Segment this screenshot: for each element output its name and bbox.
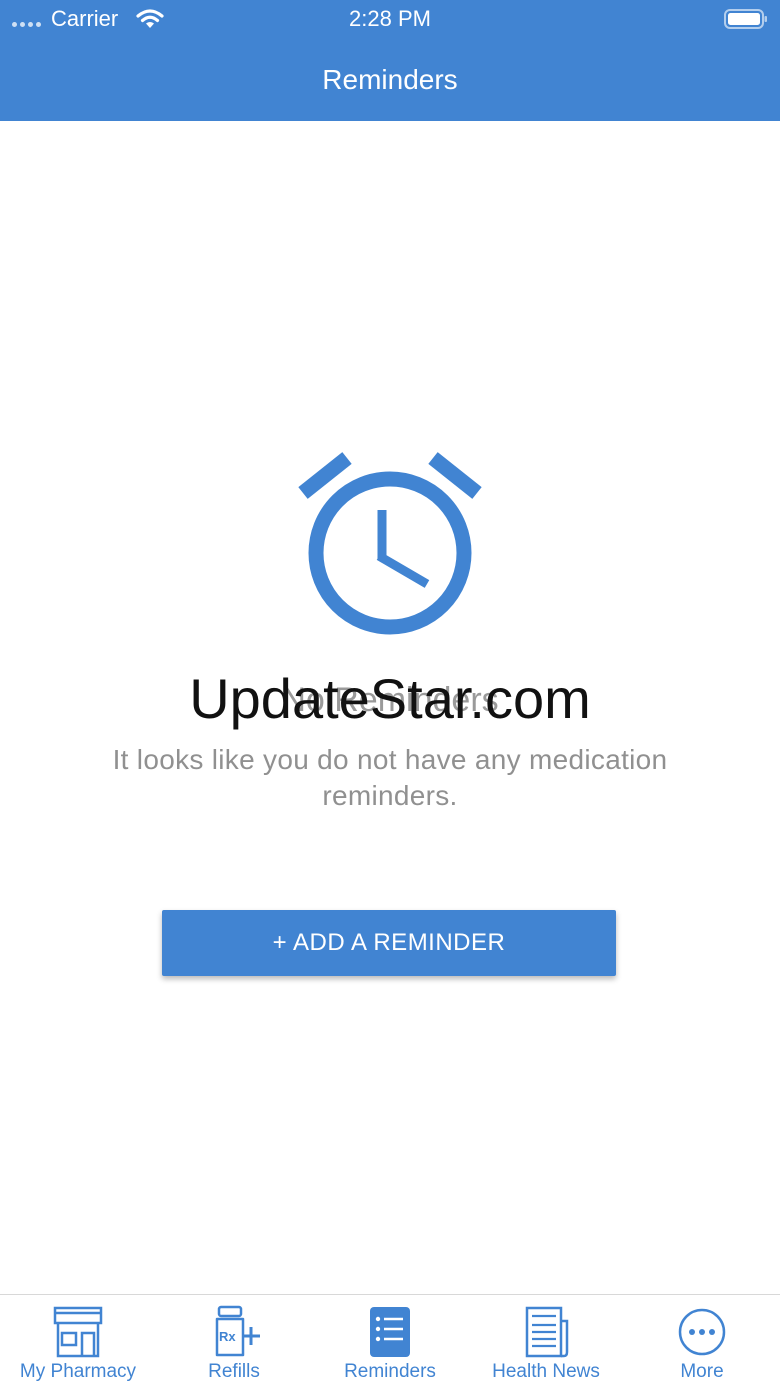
empty-state-subtitle: It looks like you do not have any medica… [112, 744, 668, 811]
list-icon [370, 1307, 410, 1357]
tab-bar: My Pharmacy Rx Refills Reminders Health … [0, 1294, 780, 1387]
more-icon [678, 1308, 726, 1356]
tab-label: Reminders [344, 1361, 436, 1382]
status-bar: Carrier 2:28 PM [0, 0, 780, 40]
status-time: 2:28 PM [349, 6, 431, 31]
alarm-clock-icon [298, 452, 482, 635]
tab-reminders[interactable]: Reminders [312, 1295, 468, 1387]
tab-more[interactable]: More [624, 1295, 780, 1387]
tab-label: Refills [208, 1361, 260, 1382]
add-reminder-button[interactable]: + ADD A REMINDER [162, 910, 616, 976]
reminders-screen: Carrier 2:28 PM Reminders No Reminders U… [0, 0, 780, 1387]
battery-icon [724, 9, 767, 29]
header: Carrier 2:28 PM Reminders [0, 0, 780, 121]
tab-health-news[interactable]: Health News [468, 1295, 624, 1387]
tab-label: Health News [492, 1361, 600, 1382]
tab-label: More [680, 1361, 724, 1382]
tab-my-pharmacy[interactable]: My Pharmacy [0, 1295, 156, 1387]
page-title: Reminders [322, 64, 458, 95]
watermark: UpdateStar.com [189, 667, 591, 730]
tab-label: My Pharmacy [19, 1361, 137, 1382]
svg-text:Rx: Rx [219, 1329, 236, 1344]
rx-bottle-icon: Rx [215, 1305, 260, 1357]
newspaper-icon [525, 1306, 569, 1358]
tab-refills[interactable]: Rx Refills [156, 1295, 312, 1387]
storefront-icon [53, 1306, 103, 1358]
